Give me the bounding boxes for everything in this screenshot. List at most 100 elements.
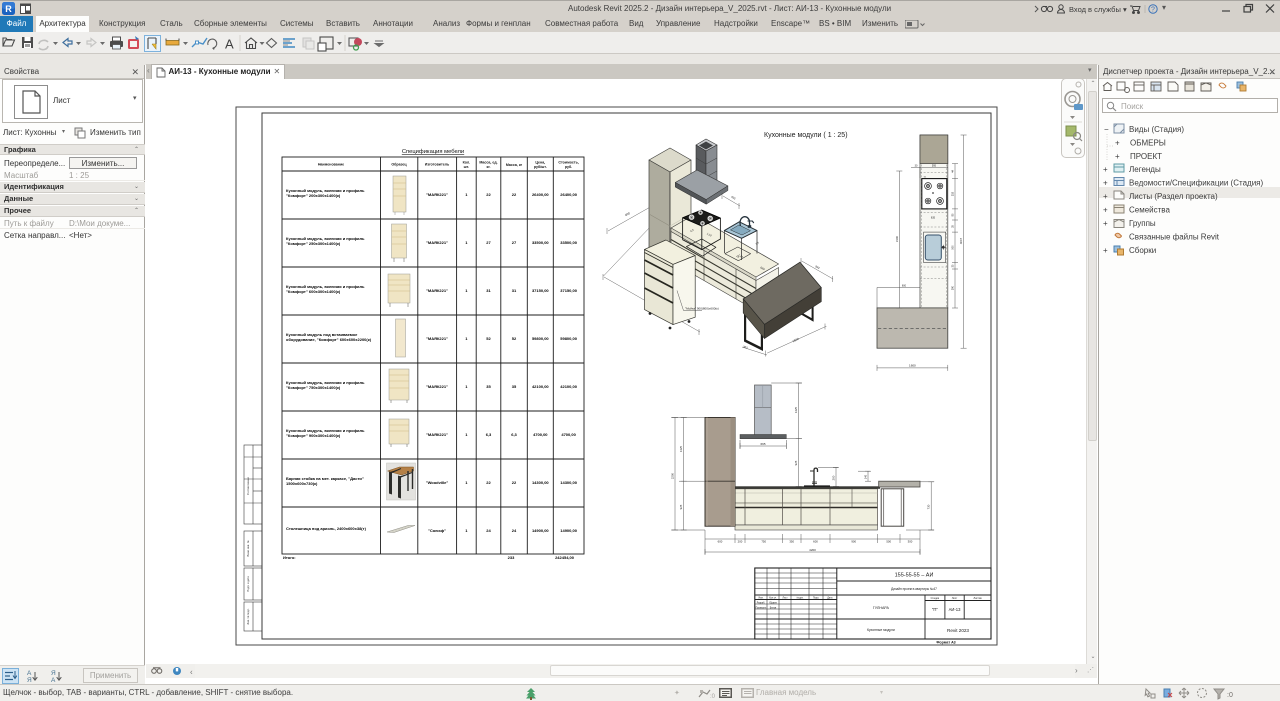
- svg-text:ПРОЕКТ: ПРОЕКТ: [1130, 152, 1162, 161]
- svg-text:155-55-55 – АИ: 155-55-55 – АИ: [895, 573, 934, 579]
- svg-text:Кухонные модули ( 1 : 25): Кухонные модули ( 1 : 25): [764, 132, 848, 139]
- svg-text:2200: 2200: [670, 472, 674, 479]
- svg-text:‹: ‹: [190, 668, 193, 677]
- svg-text:Кол.: Кол.: [463, 161, 471, 165]
- svg-text:?: ?: [1151, 7, 1155, 14]
- svg-text:1325: 1325: [679, 445, 683, 452]
- svg-text:Согласовано: Согласовано: [246, 477, 250, 495]
- svg-text:27: 27: [512, 240, 517, 245]
- svg-text:Ведомости/Спецификации (Стадия: Ведомости/Спецификации (Стадия): [1129, 179, 1263, 188]
- svg-text:Масса, ед.: Масса, ед.: [479, 161, 497, 165]
- svg-text:+: +: [1115, 152, 1120, 161]
- svg-text:Кухонные модули: Кухонные модули: [867, 628, 895, 632]
- svg-text:"МАЯК221": "МАЯК221": [426, 384, 448, 389]
- svg-text:24: 24: [512, 528, 517, 533]
- svg-text:925: 925: [794, 460, 798, 465]
- svg-text:59800,00: 59800,00: [532, 336, 549, 341]
- svg-text:500: 500: [886, 539, 891, 543]
- svg-text:ГУЛНАРА: ГУЛНАРА: [873, 606, 890, 610]
- svg-text:233: 233: [508, 555, 515, 560]
- svg-text:Разраб.: Разраб.: [757, 603, 766, 605]
- svg-text:350: 350: [789, 539, 794, 543]
- svg-text:6,3: 6,3: [486, 432, 492, 437]
- svg-text:52: 52: [512, 336, 517, 341]
- svg-text:Образец: Образец: [391, 163, 407, 167]
- svg-text:кг.: кг.: [487, 165, 491, 169]
- svg-text:Формат А3: Формат А3: [936, 641, 955, 645]
- svg-text:4700,00: 4700,00: [561, 432, 576, 437]
- svg-text:27: 27: [486, 240, 491, 245]
- svg-text:Связанные файлы Revit: Связанные файлы Revit: [1129, 233, 1220, 242]
- svg-text:24: 24: [486, 528, 491, 533]
- svg-text:31: 31: [486, 288, 491, 293]
- svg-text:Проверил: Проверил: [756, 608, 767, 610]
- svg-text:200: 200: [831, 475, 835, 480]
- svg-text:4200: 4200: [809, 548, 816, 552]
- svg-text:Взам. инв. №: Взам. инв. №: [246, 540, 250, 556]
- svg-text:Изм.: Изм.: [758, 597, 763, 599]
- svg-text::0: :0: [1227, 692, 1233, 699]
- svg-text:37150,00: 37150,00: [532, 288, 549, 293]
- svg-text:Кол.уч.: Кол.уч.: [769, 597, 777, 599]
- svg-text:R: R: [5, 4, 12, 14]
- svg-text:22: 22: [512, 480, 517, 485]
- svg-text:"МАЯК221": "МАЯК221": [426, 432, 448, 437]
- svg-text:Листы (Раздел проекта): Листы (Раздел проекта): [1129, 192, 1218, 201]
- svg-text:Легенды: Легенды: [1129, 165, 1161, 174]
- svg-text:А: А: [51, 677, 56, 683]
- svg-text:22: 22: [512, 192, 517, 197]
- svg-text:35: 35: [512, 384, 517, 389]
- svg-text:900: 900: [851, 539, 856, 543]
- svg-text:+: +: [1103, 192, 1108, 201]
- svg-text:42100,00: 42100,00: [560, 384, 577, 389]
- svg-text:"Мойка" 900(800)х600(к): "Мойка" 900(800)х600(к): [685, 307, 719, 311]
- svg-text:ОБМЕРЫ: ОБМЕРЫ: [1130, 139, 1166, 148]
- svg-text:Я: Я: [27, 677, 32, 683]
- svg-text:"Комфорт" 200х300х1400(к): "Комфорт" 200х300х1400(к): [286, 193, 341, 198]
- svg-text:14300,00: 14300,00: [532, 480, 549, 485]
- svg-text:Дизайн проекта квартиры №47: Дизайн проекта квартиры №47: [891, 587, 937, 591]
- svg-text:Юдаев: Юдаев: [769, 603, 777, 605]
- svg-text:4067: 4067: [959, 237, 963, 244]
- svg-text:Инв. № подл.: Инв. № подл.: [246, 608, 250, 624]
- svg-text:3100: 3100: [895, 235, 899, 242]
- svg-text:500: 500: [952, 245, 955, 250]
- svg-text:Revit 2023: Revit 2023: [947, 628, 969, 633]
- svg-text:Группы: Группы: [1129, 219, 1156, 228]
- svg-text:Семейства: Семейства: [1129, 206, 1170, 215]
- svg-text:600: 600: [718, 539, 723, 543]
- svg-text:26400,00: 26400,00: [532, 192, 549, 197]
- svg-text:Сборки: Сборки: [1129, 246, 1156, 255]
- svg-text:595: 595: [932, 165, 937, 168]
- svg-text:695: 695: [760, 442, 765, 446]
- svg-text:"Woodville": "Woodville": [426, 480, 449, 485]
- svg-text:52: 52: [486, 336, 491, 341]
- svg-text:руб/шт.: руб/шт.: [534, 165, 547, 169]
- svg-text:№док.: №док.: [797, 596, 804, 599]
- svg-text:750: 750: [761, 539, 766, 543]
- svg-text:14900,00: 14900,00: [560, 528, 577, 533]
- svg-text:Стоимость,: Стоимость,: [558, 161, 578, 165]
- svg-text:242454,00: 242454,00: [555, 555, 575, 560]
- svg-text:Стадия: Стадия: [931, 597, 940, 600]
- svg-text:+: +: [1103, 165, 1108, 174]
- svg-text:оборудование, "Комфорт" 600х60: оборудование, "Комфорт" 600х600х2200(к): [286, 337, 372, 342]
- svg-text:+: +: [1103, 246, 1108, 255]
- svg-text:200: 200: [738, 539, 743, 543]
- svg-text:390: 390: [952, 285, 955, 290]
- svg-text:Виды (Стадия): Виды (Стадия): [1129, 125, 1184, 134]
- svg-text:1425: 1425: [794, 406, 798, 413]
- svg-text:Листов: Листов: [973, 597, 982, 600]
- svg-text:Подп.: Подп.: [813, 597, 819, 599]
- svg-text:300: 300: [908, 539, 913, 543]
- svg-text:22: 22: [486, 192, 491, 197]
- svg-text:635: 635: [931, 217, 936, 220]
- svg-text:140: 140: [864, 474, 867, 479]
- svg-text:Я: Я: [51, 670, 56, 677]
- svg-text:600: 600: [902, 285, 907, 288]
- svg-text:730: 730: [927, 504, 931, 509]
- svg-text:318: 318: [952, 191, 955, 196]
- svg-text:"П": "П": [932, 607, 938, 612]
- svg-text:33500,00: 33500,00: [532, 240, 549, 245]
- svg-text:"Союзф": "Союзф": [428, 528, 446, 533]
